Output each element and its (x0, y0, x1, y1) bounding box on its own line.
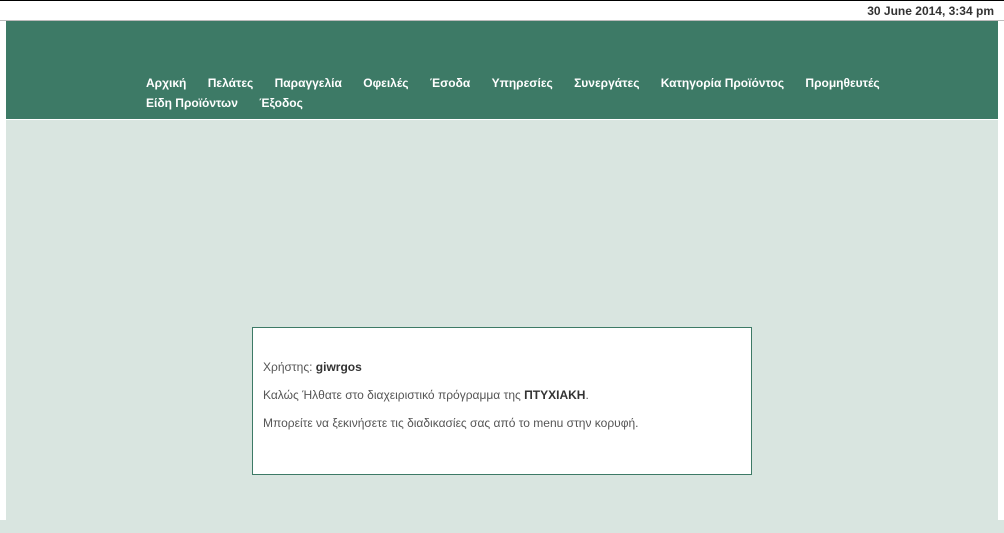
top-date-bar: 30 June 2014, 3:34 pm (0, 0, 1004, 21)
user-label: Χρήστης: (263, 360, 316, 374)
main-nav: Αρχική Πελάτες Παραγγελία Οφειλές Έσοδα … (136, 73, 996, 113)
instruction-line: Μπορείτε να ξεκινήσετε τις διαδικασίες σ… (263, 416, 741, 430)
welcome-line: Καλώς Ήλθατε στο διαχειριστικό πρόγραμμα… (263, 388, 741, 402)
nav-product-category[interactable]: Κατηγορία Προϊόντος (661, 73, 784, 93)
nav-home[interactable]: Αρχική (146, 73, 186, 93)
user-line: Χρήστης: giwrgos (263, 360, 741, 374)
nav-product-types[interactable]: Είδη Προϊόντων (146, 93, 238, 113)
welcome-text-a: Καλώς Ήλθατε στο διαχειριστικό πρόγραμμα… (263, 388, 524, 402)
welcome-text-b: ΠΤΥΧΙΑΚΗ (524, 388, 585, 402)
nav-services[interactable]: Υπηρεσίες (492, 73, 553, 93)
datetime-text: 30 June 2014, 3:34 pm (867, 4, 994, 18)
nav-order[interactable]: Παραγγελία (275, 73, 342, 93)
welcome-text-c: . (585, 388, 588, 402)
nav-income[interactable]: Έσοδα (430, 73, 470, 93)
nav-debts[interactable]: Οφειλές (363, 73, 408, 93)
content-area: Χρήστης: giwrgos Καλώς Ήλθατε στο διαχει… (0, 120, 1004, 520)
nav-logout[interactable]: Έξοδος (259, 93, 303, 113)
nav-customers[interactable]: Πελάτες (208, 73, 254, 93)
nav-partners[interactable]: Συνεργάτες (574, 73, 639, 93)
welcome-box: Χρήστης: giwrgos Καλώς Ήλθατε στο διαχει… (252, 327, 752, 475)
username: giwrgos (316, 360, 362, 374)
header-banner: Αρχική Πελάτες Παραγγελία Οφειλές Έσοδα … (0, 21, 1004, 120)
nav-suppliers[interactable]: Προμηθευτές (805, 73, 879, 93)
